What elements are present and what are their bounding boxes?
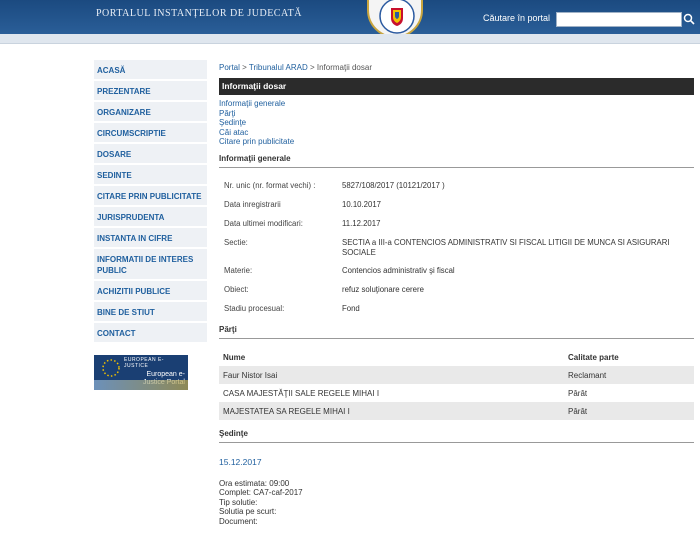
hearing-line: Solutia pe scurt: [219, 507, 277, 516]
sidebar-item-contact[interactable]: CONTACT [94, 323, 207, 344]
sidebar-item-prezentare[interactable]: PREZENTARE [94, 81, 207, 102]
table-row: MAJESTATEA SA REGELE MIHAI I Pârât [219, 401, 694, 420]
info-key: Nr. unic (nr. format vechi) : [224, 180, 316, 190]
section-heading-info: Informaţii generale [219, 154, 694, 168]
sidebar-item-circumscriptie[interactable]: CIRCUMSCRIPTIE [94, 123, 207, 144]
info-row: Materie: Contencios administrativ şi fis… [219, 262, 694, 281]
search-input[interactable] [556, 12, 682, 27]
header-strip [0, 34, 700, 44]
table-row: Faur Nistor Isai Reclamant [219, 365, 694, 384]
column-header-name: Nume [223, 352, 246, 362]
breadcrumb-portal[interactable]: Portal [219, 63, 240, 72]
party-role: Pârât [568, 388, 588, 398]
search-icon[interactable] [683, 13, 695, 25]
sidebar-item-instanta-in-cifre[interactable]: INSTANTA IN CIFRE [94, 228, 207, 249]
anchor-informatii-generale[interactable]: Informaţii generale [219, 99, 694, 109]
sidebar-item-acasa[interactable]: ACASĂ [94, 60, 207, 81]
info-table: Nr. unic (nr. format vechi) : 5827/108/2… [219, 177, 694, 319]
info-row: Data ultimei modificari: 11.12.2017 [219, 215, 694, 234]
sidebar-item-informatii-interes-public[interactable]: INFORMATII DE INTERES PUBLIC [94, 249, 207, 281]
hearing-line: Document: [219, 516, 258, 526]
party-role: Reclamant [568, 370, 607, 380]
hearing-line: Tip solutie: [219, 497, 258, 507]
sidebar-item-citare[interactable]: CITARE PRIN PUBLICITATE [94, 186, 207, 207]
parties-table: Nume Calitate parte Faur Nistor Isai Rec… [219, 348, 694, 420]
party-name: Faur Nistor Isai [223, 370, 278, 380]
anchor-sedinte[interactable]: Şedinţe [219, 118, 694, 128]
info-row: Data inregistrarii 10.10.2017 [219, 196, 694, 215]
site-header: PORTALUL INSTANȚELOR DE JUDECATĂ Căutare… [0, 0, 700, 38]
info-value: Fond [342, 303, 360, 313]
breadcrumb-current: Informaţii dosar [316, 63, 372, 72]
sidebar-item-jurisprudenta[interactable]: JURISPRUDENTA [94, 207, 207, 228]
info-value: Contencios administrativ şi fiscal [342, 265, 455, 275]
info-row: Stadiu procesual: Fond [219, 300, 694, 319]
info-key: Obiect: [224, 284, 249, 294]
table-header: Nume Calitate parte [219, 348, 694, 366]
section-heading-parti: Părţi [219, 325, 694, 339]
info-key: Materie: [224, 265, 253, 275]
column-header-role: Calitate parte [568, 352, 619, 362]
breadcrumb: Portal > Tribunalul ARAD > Informaţii do… [219, 60, 694, 76]
anchor-citare[interactable]: Citare prin publicitate [219, 137, 694, 147]
ejustice-portal-banner[interactable]: EUROPEAN E-JUSTICE European e-Justice Po… [94, 355, 188, 390]
breadcrumb-sep: > [307, 63, 317, 72]
section-anchor-list: Informaţii generale Părţi Şedinţe Căi at… [219, 99, 694, 147]
party-role: Pârât [568, 406, 588, 416]
info-key: Stadiu procesual: [224, 303, 285, 313]
breadcrumb-sep: > [239, 63, 249, 72]
info-value: 11.12.2017 [342, 218, 381, 228]
info-row: Nr. unic (nr. format vechi) : 5827/108/2… [219, 177, 694, 196]
info-value: SECTIA a III-a CONTENCIOS ADMINISTRATIV … [342, 237, 670, 257]
table-row: CASA MAJESTĂŢII SALE REGELE MIHAI I Pârâ… [219, 384, 694, 402]
ejustice-wave [94, 380, 188, 390]
coat-of-arms-icon[interactable] [367, 0, 423, 38]
hearing-line: Complet: CA7-caf-2017 [219, 488, 303, 497]
info-row: Obiect: refuz soluţionare cerere [219, 281, 694, 300]
hearing-details: Ora estimata: 09:00 Complet: CA7-caf-201… [219, 479, 694, 527]
search-label: Căutare în portal [483, 13, 551, 23]
info-row: Sectie: SECTIA a III-a CONTENCIOS ADMINI… [219, 234, 694, 262]
party-name: MAJESTATEA SA REGELE MIHAI I [223, 406, 350, 416]
info-value: 5827/108/2017 (10121/2017 ) [342, 180, 445, 190]
info-key: Sectie: [224, 237, 248, 247]
eu-stars-icon [102, 359, 120, 377]
page-title: Informaţii dosar [219, 78, 694, 95]
ejustice-top-label: EUROPEAN E-JUSTICE [124, 357, 164, 369]
sidebar-item-bine-de-stiut[interactable]: BINE DE STIUT [94, 302, 207, 323]
sidebar-item-dosare[interactable]: DOSARE [94, 144, 207, 165]
sidebar-item-organizare[interactable]: ORGANIZARE [94, 102, 207, 123]
info-key: Data ultimei modificari: [224, 218, 303, 228]
sidebar-nav: ACASĂ PREZENTARE ORGANIZARE CIRCUMSCRIPT… [94, 60, 207, 390]
anchor-cai-atac[interactable]: Căi atac [219, 128, 694, 138]
hearing-date-link[interactable]: 15.12.2017 [219, 457, 694, 467]
hearing-line: Ora estimata: 09:00 [219, 478, 290, 488]
sidebar-item-sedinte[interactable]: SEDINTE [94, 165, 207, 186]
main-content: Portal > Tribunalul ARAD > Informaţii do… [219, 60, 694, 526]
info-value: 10.10.2017 [342, 199, 382, 209]
party-name: CASA MAJESTĂŢII SALE REGELE MIHAI I [223, 388, 380, 398]
section-heading-sedinte: Şedinţe [219, 429, 694, 443]
breadcrumb-court[interactable]: Tribunalul ARAD [249, 63, 308, 72]
sidebar-item-achizitii-publice[interactable]: ACHIZITII PUBLICE [94, 281, 207, 302]
portal-title[interactable]: PORTALUL INSTANȚELOR DE JUDECATĂ [96, 8, 302, 19]
info-value: refuz soluţionare cerere [342, 284, 424, 294]
info-key: Data inregistrarii [224, 199, 281, 209]
anchor-parti[interactable]: Părţi [219, 109, 694, 119]
